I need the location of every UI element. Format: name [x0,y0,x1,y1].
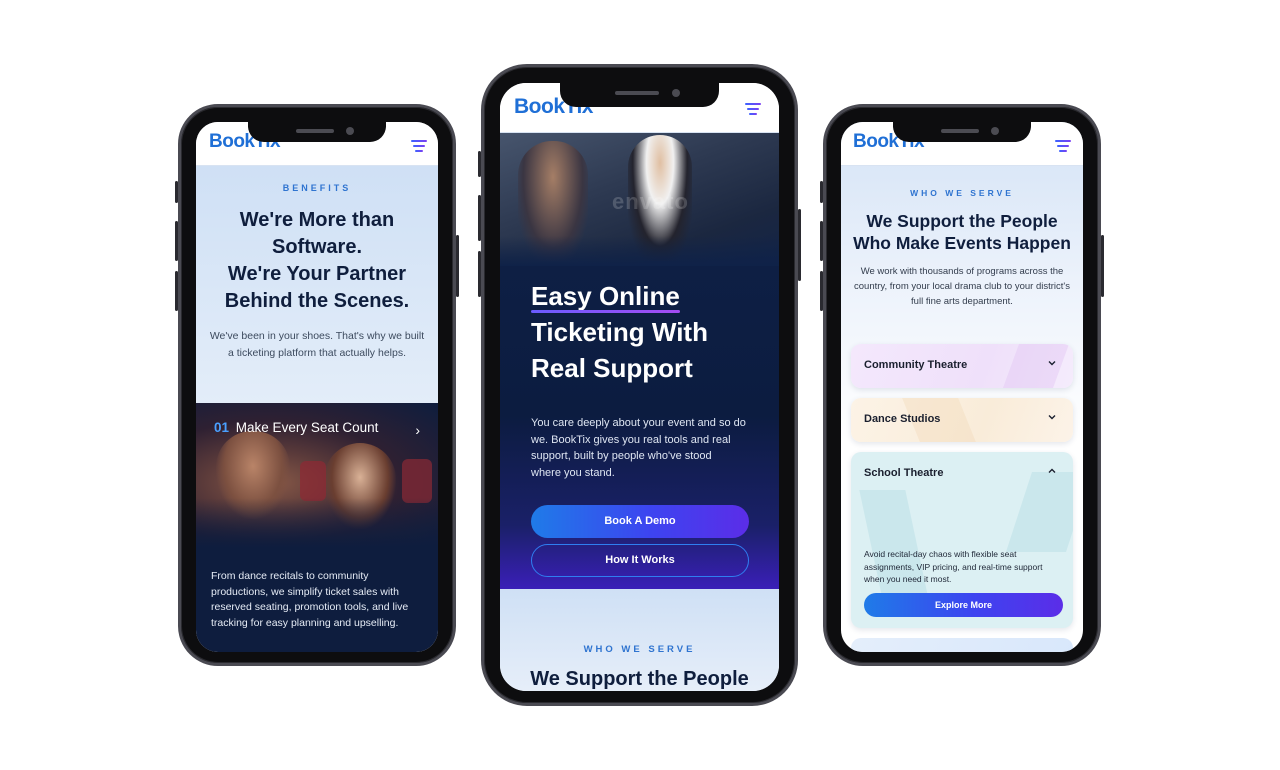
desc-line: where you stand. [531,466,615,479]
side-button [175,221,178,261]
phone-mockup-left: BookTix BENEFITS We're More than Softwar… [175,104,459,666]
hero-photo: envato [500,133,779,266]
accordion-label: Dance Studios [864,413,941,425]
phone-notch [893,122,1031,142]
title-line: Behind the Scenes. [224,290,410,312]
how-it-works-button[interactable]: How It Works [531,544,749,577]
section-intro: We work with thousands of programs acros… [845,264,1079,309]
accordion-item-community-theatre[interactable]: Community Theatre [851,344,1073,388]
hamburger-menu-icon[interactable] [1055,140,1071,152]
chevron-right-icon[interactable]: › [415,422,420,438]
desc-line: support, built by people who've stood [531,450,712,462]
hero-line: Real Support [531,353,693,383]
accordion-body: Avoid recital-day chaos with flexible se… [864,548,1063,586]
accordion-body-line: Avoid recital-day chaos with flexible se… [864,549,1017,559]
feature-line: From dance recitals to community [211,570,369,582]
side-button [820,181,823,203]
hero-description: You care deeply about your event and so … [531,415,759,481]
theatre-seat [402,459,432,503]
side-button [478,151,481,177]
section-eyebrow: WHO WE SERVE [583,644,696,655]
intro-line: We work with thousands of programs acros… [860,266,1064,277]
hero-line: Ticketing With [531,317,708,347]
side-button [175,271,178,311]
intro-line: a ticketing platform that actually helps… [227,347,406,359]
hamburger-menu-icon[interactable] [745,103,761,115]
phone-screen: BookTix BENEFITS We're More than Softwar… [196,122,438,652]
hero-line: Easy Online [531,281,680,311]
intro-line: full fine arts department. [911,296,1013,307]
section-intro: We've been in your shoes. That's why we … [202,328,432,362]
side-button [478,195,481,241]
title-line: We're Your Partner [227,263,407,285]
chevron-down-icon[interactable] [1047,358,1057,368]
chevron-up-icon[interactable] [1047,466,1057,476]
feature-title: Make Every Seat Count [235,420,379,435]
section-title: We're More than Software. We're Your Par… [196,207,438,315]
side-button [478,251,481,297]
accordion-body-line: assignments, VIP pricing, and real-time … [864,561,1043,572]
section-eyebrow: BENEFITS [282,183,352,193]
hero-section: envato Easy Online Ticketing With Real S… [500,133,779,589]
accordion-item-partial[interactable] [851,638,1073,652]
accordion-item-school-theatre[interactable]: School Theatre Avoid recital-day chaos w… [851,452,1073,628]
phone-screen: BookTix envato Easy Online Ticketing Wit… [500,83,779,691]
title-line: We Support the People [866,211,1058,231]
accordion-label: Community Theatre [864,359,968,371]
side-button [175,181,178,203]
feature-line: productions, we simplify ticket sales wi… [211,585,399,598]
phone-mockup-right: BookTix WHO WE SERVE We Support the Peop… [820,104,1104,666]
feature-heading: 01 Make Every Seat Count [214,420,378,435]
side-button [456,235,459,297]
phone-notch [248,122,386,142]
theatre-seat [300,461,326,501]
title-line: Software. [271,236,363,258]
phone-mockup-center: BookTix envato Easy Online Ticketing Wit… [478,64,801,706]
intro-line: country, from your local drama club to y… [854,281,1070,292]
feature-card[interactable]: 01 Make Every Seat Count › From dance re… [196,403,438,652]
feature-number: 01 [214,420,230,435]
chevron-down-icon[interactable] [1047,412,1057,422]
side-button [1101,235,1104,297]
side-button [798,209,801,281]
desc-line: You care deeply about your event and so … [531,417,746,429]
book-demo-button[interactable]: Book A Demo [531,505,749,538]
hamburger-menu-icon[interactable] [411,140,427,152]
feature-description: From dance recitals to community product… [211,569,428,631]
side-button [820,271,823,311]
who-we-serve-section: WHO WE SERVE We Support the People [500,589,779,691]
accordion-label: School Theatre [864,467,944,479]
title-line: Who Make Events Happen [853,233,1071,253]
side-button [820,221,823,261]
section-title: We Support the People Who Make Events Ha… [841,210,1083,254]
feature-line: tracking for easy planning and upselling… [211,616,399,629]
accordion-item-dance-studios[interactable]: Dance Studios [851,398,1073,442]
desc-line: we. BookTix gives you real tools and rea… [531,433,731,446]
hero-heading: Easy Online Ticketing With Real Support [531,278,708,386]
underline-decoration [531,310,680,313]
accordion-body-line: when you need it most. [864,574,952,584]
explore-more-button[interactable]: Explore More [864,593,1063,617]
section-title: We Support the People [530,668,749,690]
title-line: We're More than [239,209,395,231]
hero-line-highlight: Easy Online [531,278,680,314]
feature-line: reserved seating, promotion tools, and l… [211,601,409,613]
watermark-text: envato [612,189,689,214]
benefits-section: BENEFITS We're More than Software. We're… [196,166,438,403]
phone-notch [560,83,719,107]
section-eyebrow: WHO WE SERVE [910,188,1014,198]
intro-line: We've been in your shoes. That's why we … [209,330,425,342]
phone-screen: BookTix WHO WE SERVE We Support the Peop… [841,122,1083,652]
